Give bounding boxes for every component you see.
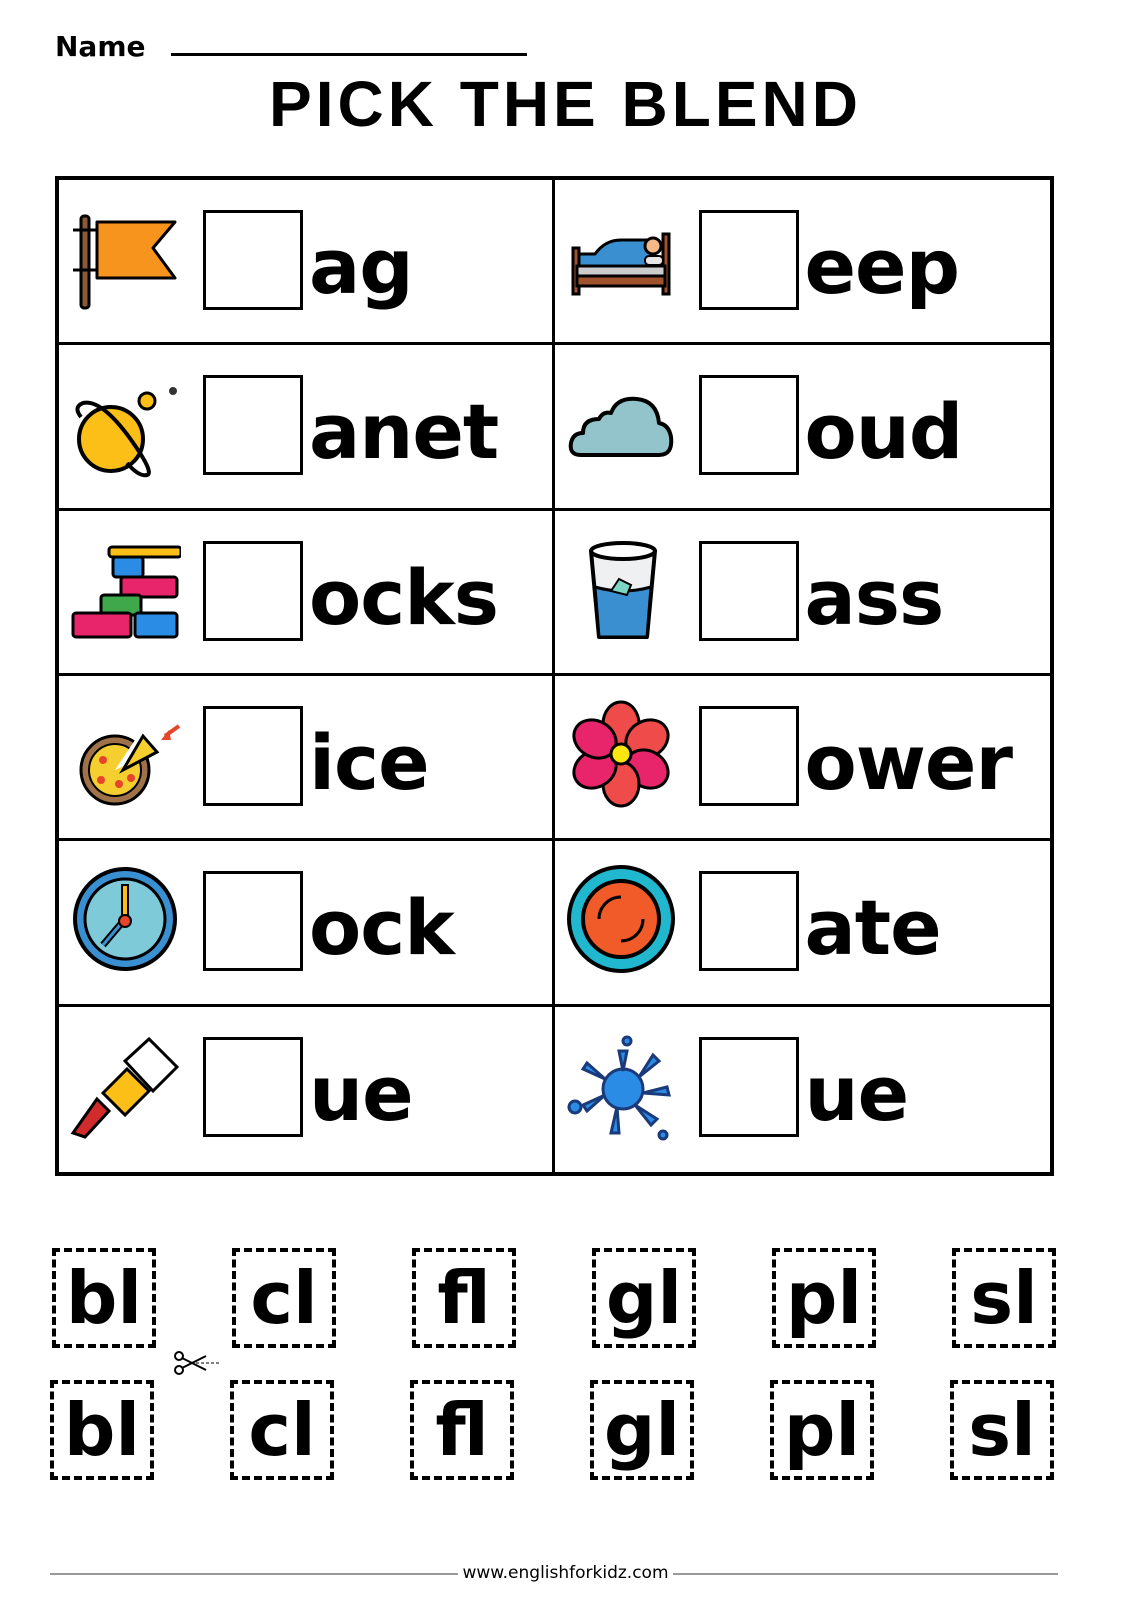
blend-answer-box[interactable] [698,871,799,972]
word-ending: ower [804,717,1013,807]
blend-answer-box[interactable] [698,705,799,806]
word-cell: ower [554,676,1050,842]
blue-splash-icon [565,1029,677,1141]
blend-answer-box[interactable] [698,540,799,641]
building-blocks-icon [69,533,183,645]
cutout-tile-pl[interactable]: pl [770,1380,874,1480]
worksheet-title: PICK THE BLEND [269,68,862,140]
word-ending: ag [309,222,414,311]
cutout-tile-bl[interactable]: bl [50,1380,154,1480]
planet-icon [69,367,181,479]
word-cell: ue [555,1007,1051,1172]
cutout-tile-gl[interactable]: gl [590,1380,694,1480]
blend-answer-box[interactable] [203,871,303,972]
clock-icon [69,863,181,975]
name-label: Name [55,30,146,63]
cutout-tile-fl[interactable]: fl [410,1380,514,1480]
word-ending: ate [804,883,942,973]
cutout-tile-cl[interactable]: cl [232,1248,336,1348]
blend-answer-box[interactable] [698,210,799,310]
word-cell: eep [554,180,1050,346]
flower-icon [565,698,677,810]
cutout-tile-bl[interactable]: bl [52,1248,156,1348]
blend-answer-box[interactable] [698,375,799,476]
word-cell: ue [59,1006,555,1172]
word-cell: ate [554,841,1050,1007]
cutout-tile-pl[interactable]: pl [772,1248,876,1348]
pizza-slice-icon [69,698,181,810]
glue-icon [69,1029,181,1141]
word-ending: ue [804,1048,910,1138]
word-cell: ocks [59,510,555,676]
word-cell: ice [59,675,555,842]
word-cell: ock [59,841,555,1007]
name-write-line[interactable] [171,53,527,56]
flag-icon [69,202,181,314]
footer: www.englishforkidz.com [0,1562,1131,1584]
blend-answer-box[interactable] [203,375,303,476]
word-ending: ice [309,717,430,807]
word-ending: oud [804,387,964,477]
cutout-tile-gl[interactable]: gl [592,1248,696,1348]
blend-answer-box[interactable] [203,1036,303,1137]
cloud-icon [565,367,677,479]
word-ending: eep [804,222,960,311]
cutout-tile-fl[interactable]: fl [412,1248,516,1348]
word-ending: ass [804,552,945,642]
cutout-tile-sl[interactable]: sl [950,1380,1054,1480]
website-link[interactable]: www.englishforkidz.com [458,1563,673,1583]
cutout-tile-sl[interactable]: sl [952,1248,1056,1348]
blend-answer-box[interactable] [698,1036,799,1137]
blend-answer-box[interactable] [203,210,303,310]
scissors-icon [172,1348,222,1378]
word-ending: anet [309,387,499,477]
word-grid: ag eep anet oud ocks ass ice ower ock at… [55,176,1054,1176]
word-ending: ue [309,1048,414,1138]
word-ending: ock [309,883,455,973]
word-cell: oud [554,345,1050,511]
plate-icon [565,863,677,975]
word-ending: ocks [309,552,499,642]
word-cell: anet [59,345,555,511]
word-cell: ag [59,180,555,346]
blend-answer-box[interactable] [203,540,303,641]
blend-answer-box[interactable] [203,705,303,806]
sleeping-bed-icon [565,202,677,314]
cutout-tile-cl[interactable]: cl [230,1380,334,1480]
name-row: Name [55,28,146,62]
word-cell: ass [554,511,1050,676]
glass-of-water-icon [565,533,677,645]
